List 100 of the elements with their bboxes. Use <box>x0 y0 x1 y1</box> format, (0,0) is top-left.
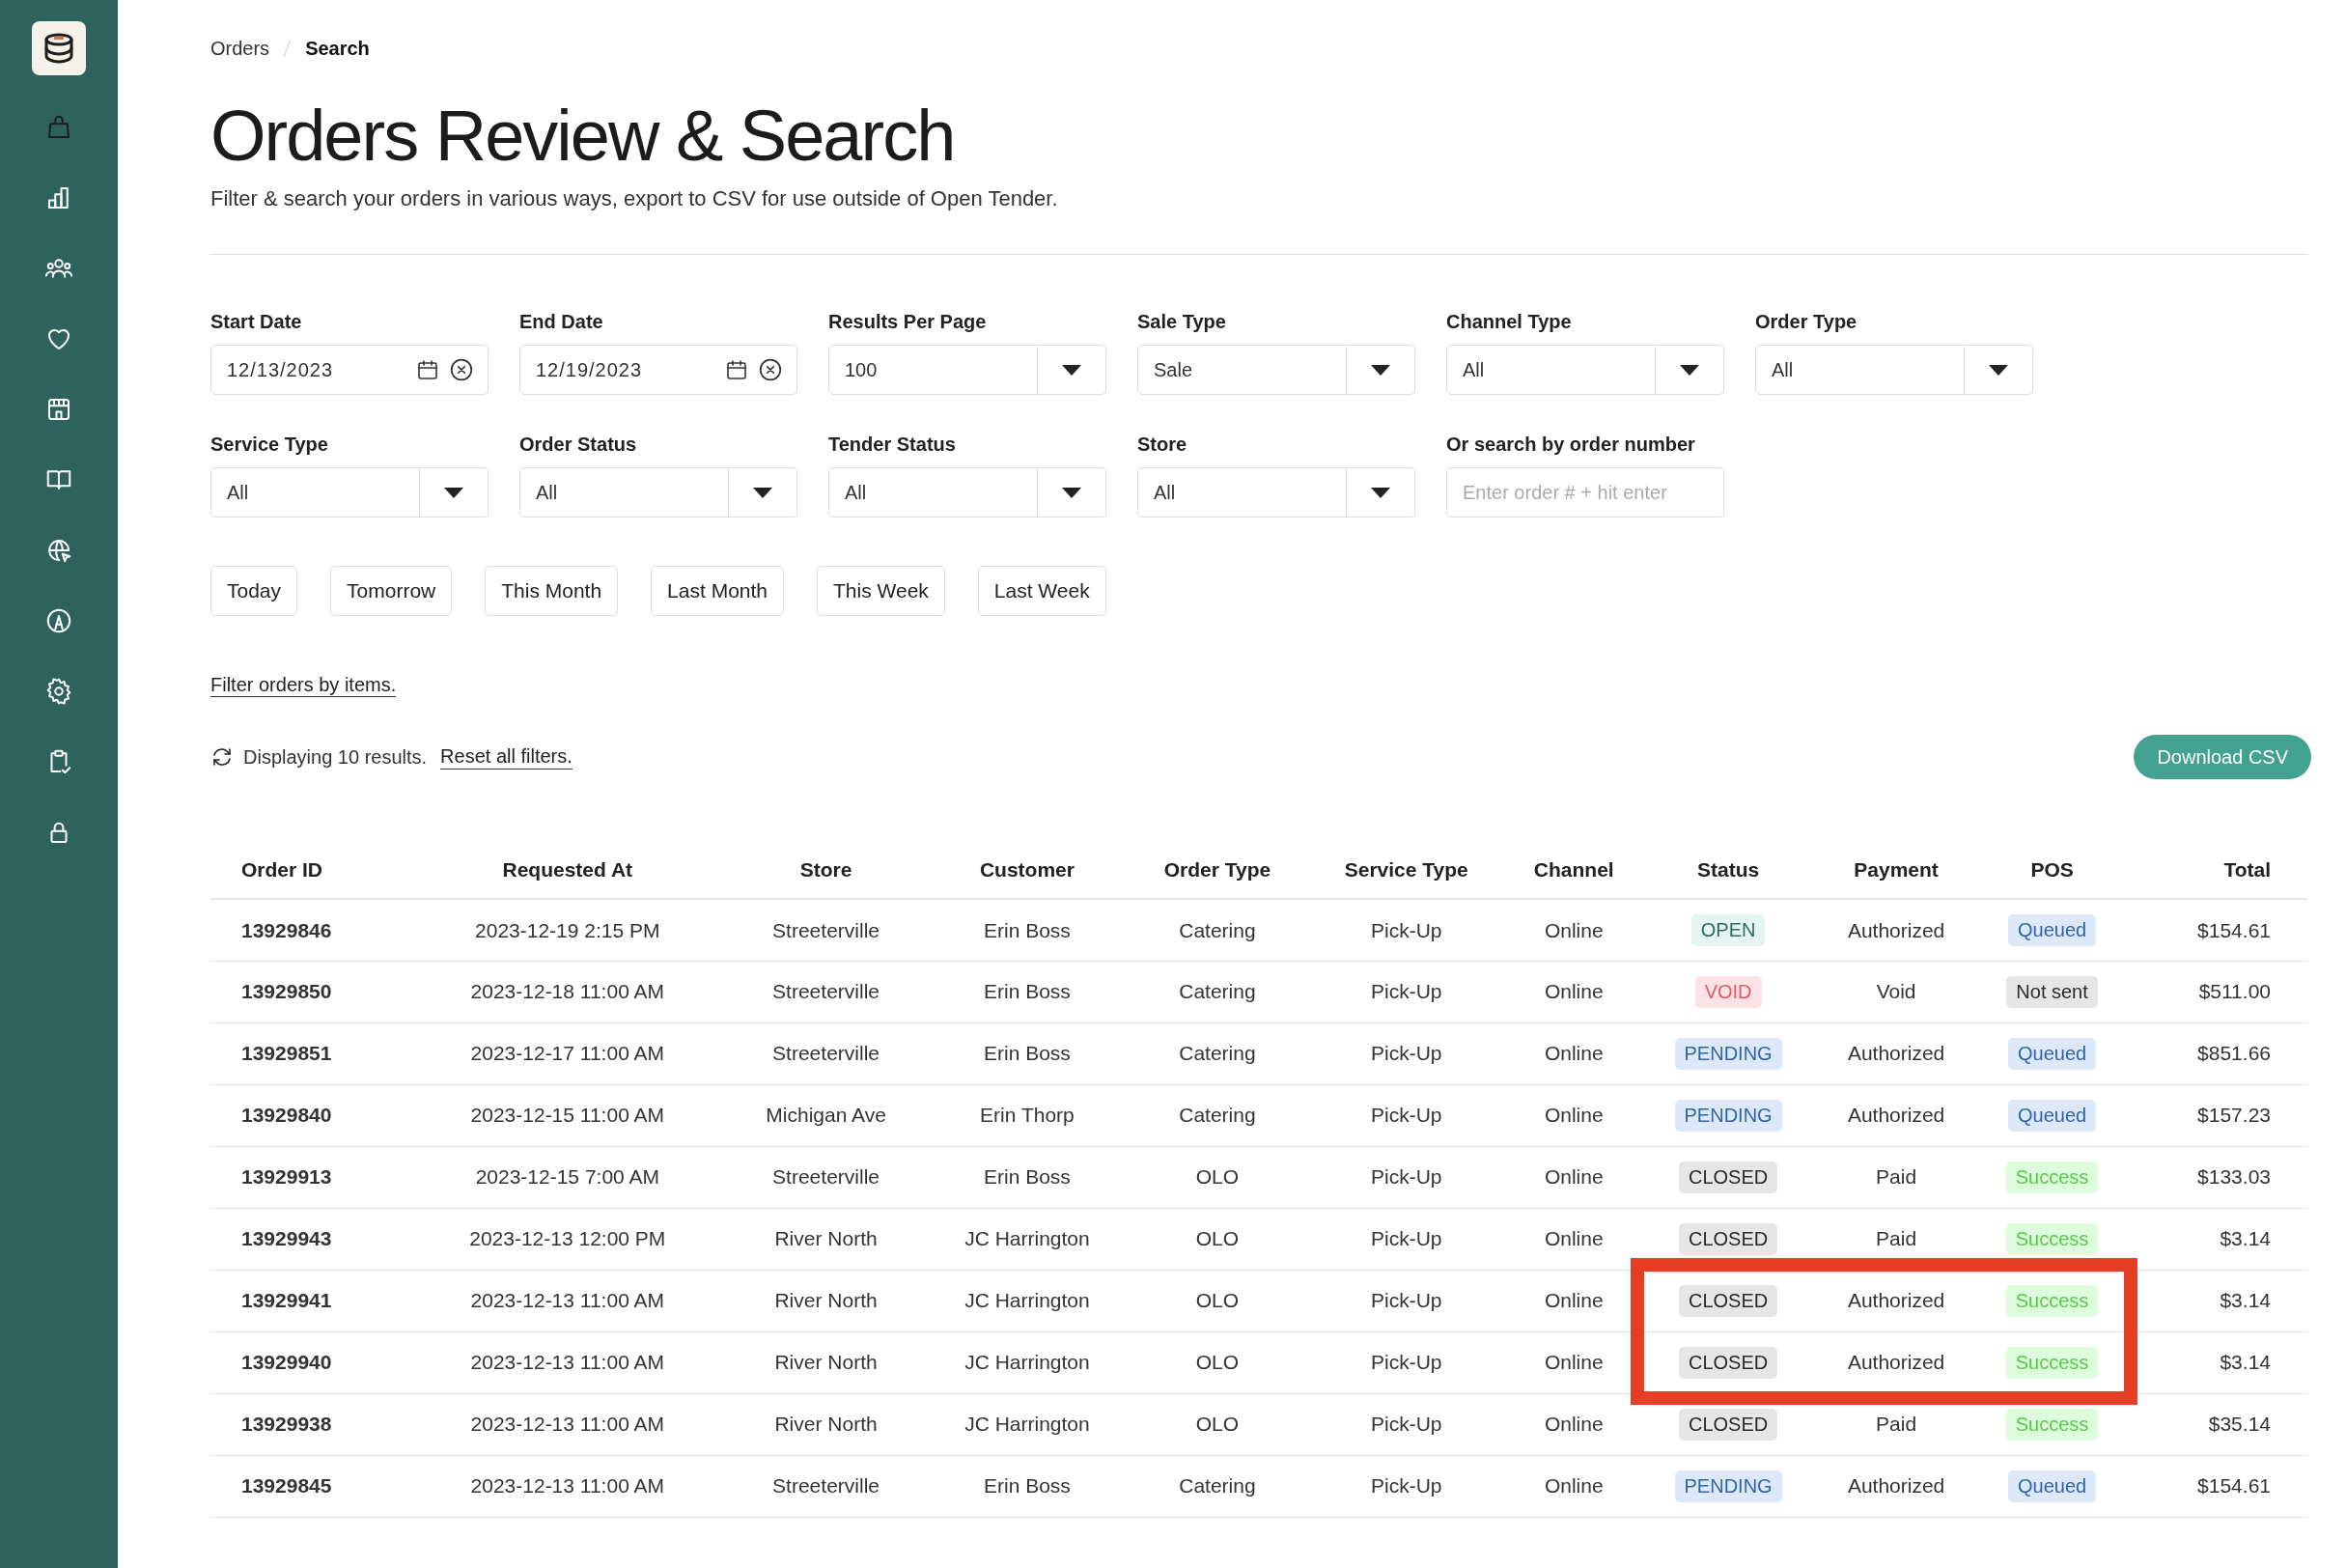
table-cell: 2023-12-13 11:00 AM <box>407 1270 728 1332</box>
column-header: Total <box>2128 841 2307 900</box>
dropdown[interactable]: Sale <box>1137 345 1415 396</box>
dropdown[interactable]: All <box>1755 345 2033 396</box>
table-cell: OLO <box>1130 1146 1305 1209</box>
status-badge: OPEN <box>1690 914 1766 947</box>
date-field[interactable]: 12/13/2023 <box>210 345 489 396</box>
reset-filters-link[interactable]: Reset all filters. <box>440 744 573 770</box>
table-cell: $154.61 <box>2128 1455 2307 1518</box>
table-cell: Pick-Up <box>1304 1455 1508 1518</box>
pos-badge: Queued <box>2007 1470 2097 1502</box>
table-cell: 13929941 <box>210 1270 408 1332</box>
table-cell: $3.14 <box>2128 1208 2307 1271</box>
dropdown[interactable]: All <box>519 467 797 518</box>
status-badge: PENDING <box>1674 1099 1782 1132</box>
dropdown[interactable]: 100 <box>828 345 1106 396</box>
page-title: Orders Review & Search <box>210 97 956 176</box>
table-cell: Pick-Up <box>1304 1270 1508 1332</box>
status-badge: CLOSED <box>1678 1346 1778 1379</box>
date-range-button[interactable]: This Month <box>485 566 619 617</box>
date-range-button[interactable]: Tomorrow <box>330 566 453 617</box>
table-cell: $35.14 <box>2128 1393 2307 1456</box>
table-cell: 13929840 <box>210 1084 408 1147</box>
table-cell: Catering <box>1130 1084 1305 1147</box>
table-cell: Streeterville <box>727 1022 925 1085</box>
table-cell: Erin Thorp <box>924 1084 1131 1147</box>
table-cell: Catering <box>1130 899 1305 962</box>
table-cell: Paid <box>1816 1146 1976 1209</box>
table-cell: Catering <box>1130 1455 1305 1518</box>
table-cell: Pick-Up <box>1304 1331 1508 1394</box>
table-cell: Erin Boss <box>924 899 1131 962</box>
column-header: Order ID <box>210 841 408 900</box>
date-field[interactable]: 12/19/2023 <box>519 345 797 396</box>
table-cell: 2023-12-13 12:00 PM <box>407 1208 728 1271</box>
table-cell: 2023-12-13 11:00 AM <box>407 1331 728 1394</box>
dropdown[interactable]: All <box>1446 345 1724 396</box>
pos-badge: Queued <box>2007 914 2097 947</box>
table-cell: OLO <box>1130 1270 1305 1332</box>
search-field[interactable]: Enter order # + hit enter <box>1446 467 1724 518</box>
table-cell: Online <box>1507 899 1640 962</box>
table-cell: Pick-Up <box>1304 961 1508 1023</box>
column-header: Store <box>727 841 925 900</box>
field-label: Channel Type <box>1446 311 1573 334</box>
status-badge: PENDING <box>1674 1470 1782 1502</box>
pos-badge: Not sent <box>2006 975 2098 1008</box>
table-cell: Erin Boss <box>924 961 1131 1023</box>
status-badge: CLOSED <box>1678 1222 1778 1255</box>
table-cell: Erin Boss <box>924 1455 1131 1518</box>
pos-badge: Success <box>2005 1346 2099 1379</box>
dropdown[interactable]: All <box>1137 467 1415 518</box>
pos-badge: Success <box>2005 1408 2099 1441</box>
table-cell: Online <box>1507 1393 1640 1456</box>
table-cell: River North <box>727 1270 925 1332</box>
table-cell: 2023-12-13 11:00 AM <box>407 1393 728 1456</box>
table-cell: Streeterville <box>727 899 925 962</box>
field-label: Tender Status <box>828 434 957 457</box>
status-badge: VOID <box>1694 975 1762 1008</box>
table-cell: Authorized <box>1816 1084 1976 1147</box>
table-cell: 13929940 <box>210 1331 408 1394</box>
table-cell: 2023-12-18 11:00 AM <box>407 961 728 1023</box>
date-range-button[interactable]: Last Week <box>977 566 1106 617</box>
app-logo[interactable] <box>32 21 86 75</box>
table-cell: River North <box>727 1208 925 1271</box>
caret-down-icon <box>753 487 772 498</box>
status-badge: PENDING <box>1674 1037 1782 1070</box>
table-cell: Online <box>1507 1270 1640 1332</box>
breadcrumb-link[interactable]: Orders <box>210 37 270 60</box>
date-range-button[interactable]: Today <box>210 566 298 617</box>
table-cell: Authorized <box>1816 899 1976 962</box>
field-label: Store <box>1137 434 1188 457</box>
table-cell: Authorized <box>1816 1331 1976 1394</box>
status-badge: CLOSED <box>1678 1408 1778 1441</box>
field-label: Sale Type <box>1137 311 1227 334</box>
table-cell: Void <box>1816 961 1976 1023</box>
pos-badge: Success <box>2005 1284 2099 1317</box>
date-range-button[interactable]: This Week <box>817 566 945 617</box>
pos-badge: Queued <box>2007 1037 2097 1070</box>
table-cell: Online <box>1507 1146 1640 1209</box>
dropdown[interactable]: All <box>210 467 489 518</box>
date-range-button[interactable]: Last Month <box>651 566 784 617</box>
table-cell: Online <box>1507 1455 1640 1518</box>
breadcrumb-current[interactable]: Search <box>305 37 370 60</box>
table-cell: $154.61 <box>2128 899 2307 962</box>
column-header: Channel <box>1507 841 1640 900</box>
pos-badge: Success <box>2005 1161 2099 1193</box>
table-cell: Pick-Up <box>1304 1393 1508 1456</box>
field-label: Results Per Page <box>828 311 988 334</box>
filter-by-items-link[interactable]: Filter orders by items. <box>210 674 397 698</box>
table-cell: 2023-12-19 2:15 PM <box>407 899 728 962</box>
table-cell: OLO <box>1130 1393 1305 1456</box>
status-badge: CLOSED <box>1678 1284 1778 1317</box>
table-cell: Authorized <box>1816 1270 1976 1332</box>
pos-badge: Success <box>2005 1222 2099 1255</box>
table-cell: Erin Boss <box>924 1022 1131 1085</box>
field-label: Order Status <box>519 434 638 457</box>
dropdown[interactable]: All <box>828 467 1106 518</box>
table-cell: 2023-12-15 7:00 AM <box>407 1146 728 1209</box>
table-cell: 2023-12-15 11:00 AM <box>407 1084 728 1147</box>
table-cell: 13929943 <box>210 1208 408 1271</box>
table-cell: OLO <box>1130 1208 1305 1271</box>
